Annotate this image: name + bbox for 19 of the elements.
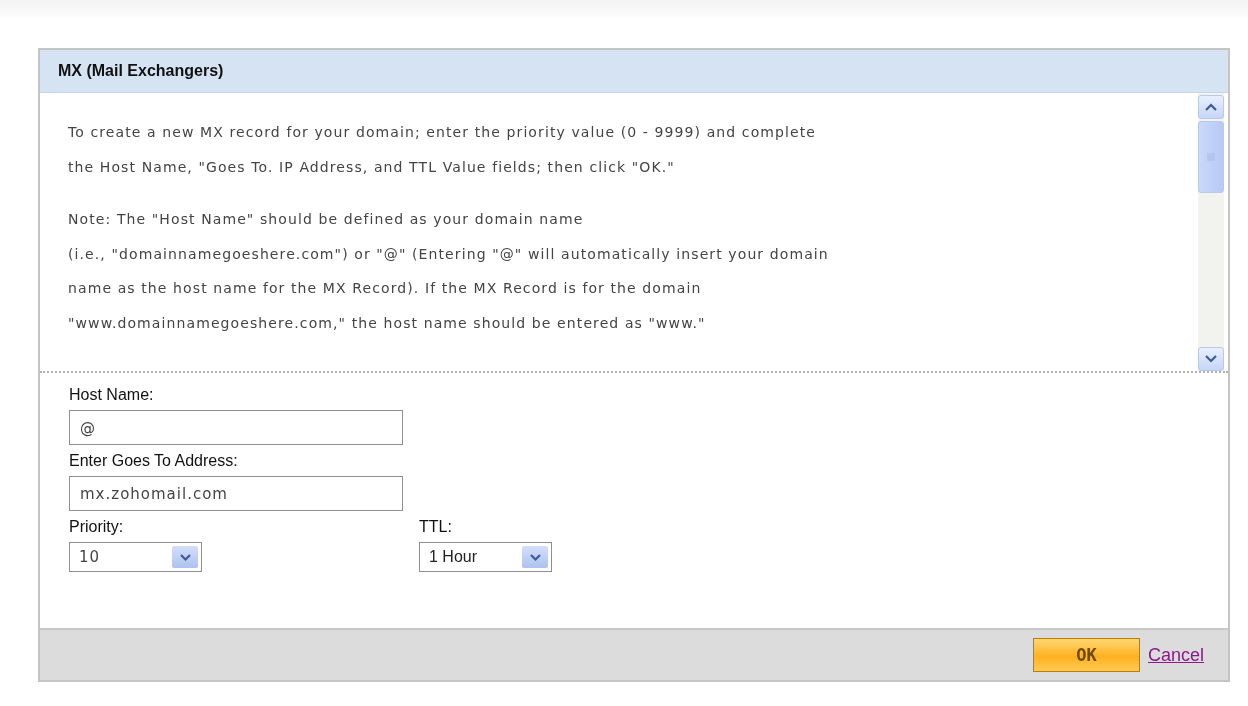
caret-down-icon bbox=[1205, 355, 1217, 363]
cancel-link[interactable]: Cancel bbox=[1147, 644, 1204, 666]
input-field[interactable]: mx.zohomail.com bbox=[69, 476, 403, 511]
scroll-up-button[interactable] bbox=[1198, 95, 1224, 119]
dialog-title: MX (Mail Exchangers) bbox=[58, 62, 224, 80]
field-label: TTL: bbox=[419, 517, 452, 537]
scroll-thumb[interactable] bbox=[1198, 121, 1224, 193]
input-field[interactable]: @ bbox=[69, 410, 403, 445]
ok-button[interactable]: OK bbox=[1032, 638, 1140, 672]
scroll-down-button[interactable] bbox=[1198, 347, 1224, 371]
field-label: Host Name: bbox=[69, 385, 154, 405]
caret-up-icon bbox=[1205, 103, 1217, 111]
dropdown[interactable]: 10 bbox=[69, 542, 202, 572]
instruction-paragraph: To create a new MX record for your domain; enter the priority value (0 - 9999) and complete the Host Name, "Goes To. IP Address, and TTL Value fields; then click "OK." bbox=[68, 123, 818, 177]
field-label: Priority: bbox=[69, 517, 124, 537]
scrollbar[interactable] bbox=[1198, 93, 1224, 371]
instruction-paragraph: Note: The "Host Name" should be defined as your domain name (i.e., "domainnamegoeshere.com") or "@" (Entering "@" will automatically insert your domain name as the host name for the MX Record). If the MX Record is for the domain "www.domainnamegoeshere.com," the host name should be entered as "www." bbox=[68, 210, 830, 333]
dropdown[interactable]: 1 Hour bbox=[419, 542, 552, 572]
field-label: Enter Goes To Address: bbox=[69, 451, 238, 471]
